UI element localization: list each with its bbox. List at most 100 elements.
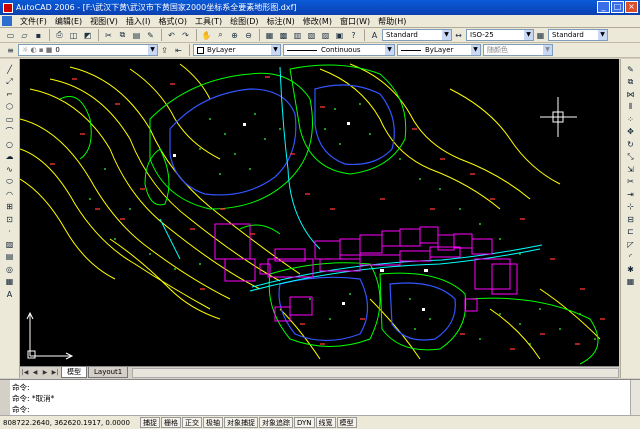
polar-toggle[interactable]: 极轴	[203, 417, 223, 428]
menu-help[interactable]: 帮助(H)	[374, 16, 410, 27]
join-icon[interactable]: ⊏	[624, 226, 638, 239]
command-scrollbar[interactable]	[630, 380, 640, 416]
break-icon[interactable]: ⊟	[624, 213, 638, 226]
table-icon[interactable]: ▦	[3, 276, 17, 289]
lineweight-select[interactable]: ByLayer ▼	[397, 44, 481, 56]
close-button[interactable]: ×	[625, 1, 638, 13]
tab-first-icon[interactable]: |◀	[20, 368, 30, 378]
menu-format[interactable]: 格式(O)	[154, 16, 191, 27]
offset-icon[interactable]: ⫴	[624, 101, 638, 114]
preview-icon[interactable]: ◫	[67, 29, 80, 41]
menu-window[interactable]: 窗口(W)	[336, 16, 374, 27]
linetype-select[interactable]: Continuous ▼	[283, 44, 395, 56]
command-input[interactable]: 命令:	[12, 404, 30, 415]
mtext-icon[interactable]: A	[3, 288, 17, 301]
menu-dimension[interactable]: 标注(N)	[263, 16, 299, 27]
tab-prev-icon[interactable]: ◀	[30, 368, 40, 378]
help-icon[interactable]: ?	[347, 29, 360, 41]
polyline-icon[interactable]: ⌐	[3, 88, 17, 101]
menu-draw[interactable]: 绘图(D)	[226, 16, 262, 27]
erase-icon[interactable]: ✎	[624, 63, 638, 76]
fillet-icon[interactable]: ◜	[624, 251, 638, 264]
match-properties-icon[interactable]: ✎	[144, 29, 157, 41]
break-at-point-icon[interactable]: ⊹	[624, 201, 638, 214]
ortho-toggle[interactable]: 正交	[182, 417, 202, 428]
make-object-layer-current-icon[interactable]: ⇪	[158, 44, 171, 56]
move-icon[interactable]: ✥	[624, 126, 638, 139]
point-icon[interactable]: ·	[3, 226, 17, 239]
extend-icon[interactable]: ⇥	[624, 188, 638, 201]
layer-manager-icon[interactable]: ≡	[4, 44, 17, 56]
menu-tools[interactable]: 工具(T)	[191, 16, 226, 27]
tab-last-icon[interactable]: ▶|	[50, 368, 60, 378]
undo-icon[interactable]: ↶	[165, 29, 178, 41]
sheet-set-icon[interactable]: ▧	[305, 29, 318, 41]
line-icon[interactable]: ╱	[3, 63, 17, 76]
properties-icon[interactable]: ▦	[263, 29, 276, 41]
layer-previous-icon[interactable]: ⇤	[172, 44, 185, 56]
construction-line-icon[interactable]: ⤢	[3, 76, 17, 89]
arc-icon[interactable]: ⌒	[3, 126, 17, 139]
region-icon[interactable]: ◎	[3, 263, 17, 276]
dyn-toggle[interactable]: DYN	[294, 417, 315, 428]
model-toggle[interactable]: 模型	[336, 417, 357, 428]
snap-toggle[interactable]: 捕捉	[140, 417, 160, 428]
table-style-select[interactable]: Standard ▼	[548, 29, 608, 41]
design-center-icon[interactable]: ▩	[277, 29, 290, 41]
menu-edit[interactable]: 编辑(E)	[51, 16, 86, 27]
rectangle-icon[interactable]: ▭	[3, 113, 17, 126]
horizontal-scrollbar[interactable]	[132, 367, 619, 378]
autocad-app-icon[interactable]	[3, 2, 13, 13]
copy-icon[interactable]: ⧉	[116, 29, 129, 41]
document-icon[interactable]	[2, 16, 12, 26]
publish-icon[interactable]: ◩	[81, 29, 94, 41]
layer-select[interactable]: ☼ ◐ ▪ ■ 0 ▼	[18, 44, 158, 56]
menu-file[interactable]: 文件(F)	[16, 16, 51, 27]
zoom-realtime-icon[interactable]: ⌕	[214, 29, 227, 41]
otrack-toggle[interactable]: 对象追踪	[259, 417, 293, 428]
calculator-icon[interactable]: ▣	[333, 29, 346, 41]
maximize-button[interactable]: □	[611, 1, 624, 13]
make-block-icon[interactable]: ⊡	[3, 213, 17, 226]
osnap-toggle[interactable]: 对象捕捉	[224, 417, 258, 428]
explode-icon[interactable]: ✱	[624, 263, 638, 276]
menu-modify[interactable]: 修改(M)	[299, 16, 336, 27]
open-icon[interactable]: ▱	[18, 29, 31, 41]
array-icon[interactable]: ⁘	[624, 113, 638, 126]
lineweight-toggle[interactable]: 线宽	[315, 417, 336, 428]
text-style-select[interactable]: Standard ▼	[382, 29, 452, 41]
drawing-canvas[interactable]	[20, 59, 619, 366]
hatch-icon[interactable]: ▨	[3, 238, 17, 251]
tool-palettes-icon[interactable]: ▥	[291, 29, 304, 41]
grid-toggle[interactable]: 栅格	[161, 417, 181, 428]
polygon-icon[interactable]: ⬡	[3, 101, 17, 114]
revision-cloud-icon[interactable]: ☁	[3, 151, 17, 164]
pan-icon[interactable]: ✋	[200, 29, 213, 41]
tab-layout1[interactable]: Layout1	[88, 367, 129, 378]
stretch-icon[interactable]: ⇲	[624, 163, 638, 176]
color-select[interactable]: ByLayer ▼	[193, 44, 281, 56]
spline-icon[interactable]: ∿	[3, 163, 17, 176]
minimize-button[interactable]: _	[597, 1, 610, 13]
ellipse-arc-icon[interactable]: ◠	[3, 188, 17, 201]
scale-icon[interactable]: ⤡	[624, 151, 638, 164]
properties-palette-icon[interactable]: ▦	[624, 276, 638, 289]
save-icon[interactable]: ▪	[32, 29, 45, 41]
zoom-previous-icon[interactable]: ⊖	[242, 29, 255, 41]
trim-icon[interactable]: ✂	[624, 176, 638, 189]
circle-icon[interactable]: ○	[3, 138, 17, 151]
markup-icon[interactable]: ▨	[319, 29, 332, 41]
copy-object-icon[interactable]: ⧉	[624, 76, 638, 89]
paste-icon[interactable]: ▤	[130, 29, 143, 41]
rotate-icon[interactable]: ↻	[624, 138, 638, 151]
menu-view[interactable]: 视图(V)	[86, 16, 122, 27]
chamfer-icon[interactable]: ◸	[624, 238, 638, 251]
print-icon[interactable]: ⎙	[53, 29, 66, 41]
insert-block-icon[interactable]: ⊞	[3, 201, 17, 214]
ellipse-icon[interactable]: ⬭	[3, 176, 17, 189]
tab-model[interactable]: 模型	[61, 367, 87, 378]
mirror-icon[interactable]: ⋈	[624, 88, 638, 101]
gradient-icon[interactable]: ▤	[3, 251, 17, 264]
command-window-grip[interactable]	[0, 380, 10, 416]
tab-next-icon[interactable]: ▶	[40, 368, 50, 378]
